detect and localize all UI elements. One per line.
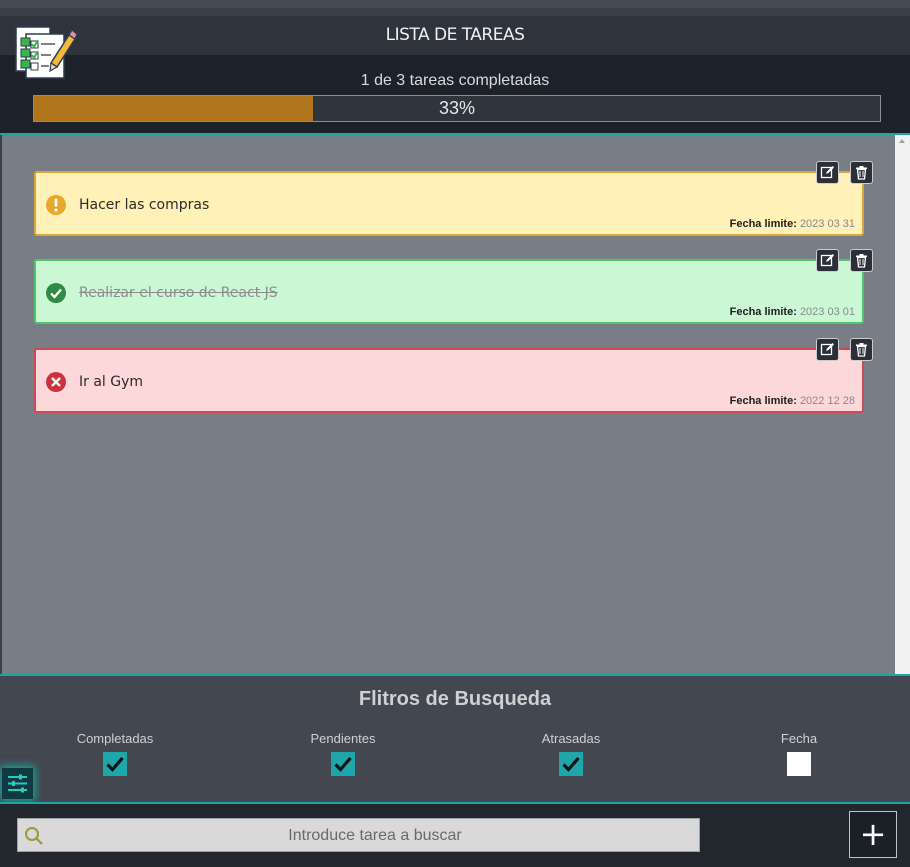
- trash-icon: [856, 343, 867, 357]
- filter-label-atrasadas: Atrasadas: [541, 731, 601, 746]
- warning-icon: [46, 195, 66, 215]
- filter-checkbox-fecha[interactable]: [787, 752, 811, 776]
- task-list-area[interactable]: Hacer las compras Fecha limite: 2023 03 …: [2, 135, 895, 674]
- sliders-icon: [8, 774, 27, 793]
- check-circle-icon: [46, 283, 66, 303]
- progress-summary: 1 de 3 tareas completadas: [360, 72, 550, 89]
- edit-button[interactable]: [816, 161, 839, 184]
- progress-bar: 33%: [33, 95, 881, 122]
- edit-button[interactable]: [816, 249, 839, 272]
- task-text: Realizar el curso de React JS: [79, 285, 278, 301]
- delete-button[interactable]: [850, 161, 873, 184]
- task-item[interactable]: Realizar el curso de React JS Fecha limi…: [34, 259, 864, 324]
- add-task-button[interactable]: +: [849, 811, 897, 858]
- delete-button[interactable]: [850, 338, 873, 361]
- window-top-edge: [0, 0, 910, 8]
- edit-icon: [820, 254, 834, 267]
- task-due-date: Fecha limite: 2023 03 01: [729, 306, 855, 318]
- search-icon: [25, 827, 43, 845]
- trash-icon: [856, 166, 867, 180]
- task-text: Ir al Gym: [79, 374, 144, 390]
- filter-label-completadas: Completadas: [76, 731, 154, 746]
- task-due-date: Fecha limite: 2023 03 31: [729, 218, 855, 230]
- filters-title: Flitros de Busqueda: [358, 688, 552, 710]
- checkmark-icon: [562, 756, 580, 772]
- vertical-scrollbar[interactable]: [895, 135, 910, 674]
- search-input[interactable]: [48, 819, 702, 853]
- checkmark-icon: [106, 756, 124, 772]
- trash-icon: [856, 254, 867, 268]
- edit-button[interactable]: [816, 338, 839, 361]
- task-item[interactable]: Ir al Gym Fecha limite: 2022 12 28: [34, 348, 864, 413]
- scroll-up-arrow-icon[interactable]: [899, 139, 905, 143]
- task-due-date: Fecha limite: 2022 12 28: [729, 395, 855, 407]
- task-text: Hacer las compras: [79, 197, 210, 213]
- error-circle-icon: [46, 372, 66, 392]
- app-title: LISTA DE TAREAS: [385, 25, 525, 45]
- filter-label-pendientes: Pendientes: [310, 731, 376, 746]
- filter-checkbox-pendientes[interactable]: [331, 752, 355, 776]
- filter-checkbox-completadas[interactable]: [103, 752, 127, 776]
- filter-label-fecha: Fecha: [780, 731, 818, 746]
- task-item[interactable]: Hacer las compras Fecha limite: 2023 03 …: [34, 171, 864, 236]
- filters-toggle-button[interactable]: [2, 768, 33, 799]
- checkmark-icon: [334, 756, 352, 772]
- filter-checkbox-atrasadas[interactable]: [559, 752, 583, 776]
- edit-icon: [820, 343, 834, 356]
- search-box[interactable]: [17, 818, 702, 853]
- progress-percent: 33%: [438, 98, 476, 118]
- edit-icon: [820, 166, 834, 179]
- delete-button[interactable]: [850, 249, 873, 272]
